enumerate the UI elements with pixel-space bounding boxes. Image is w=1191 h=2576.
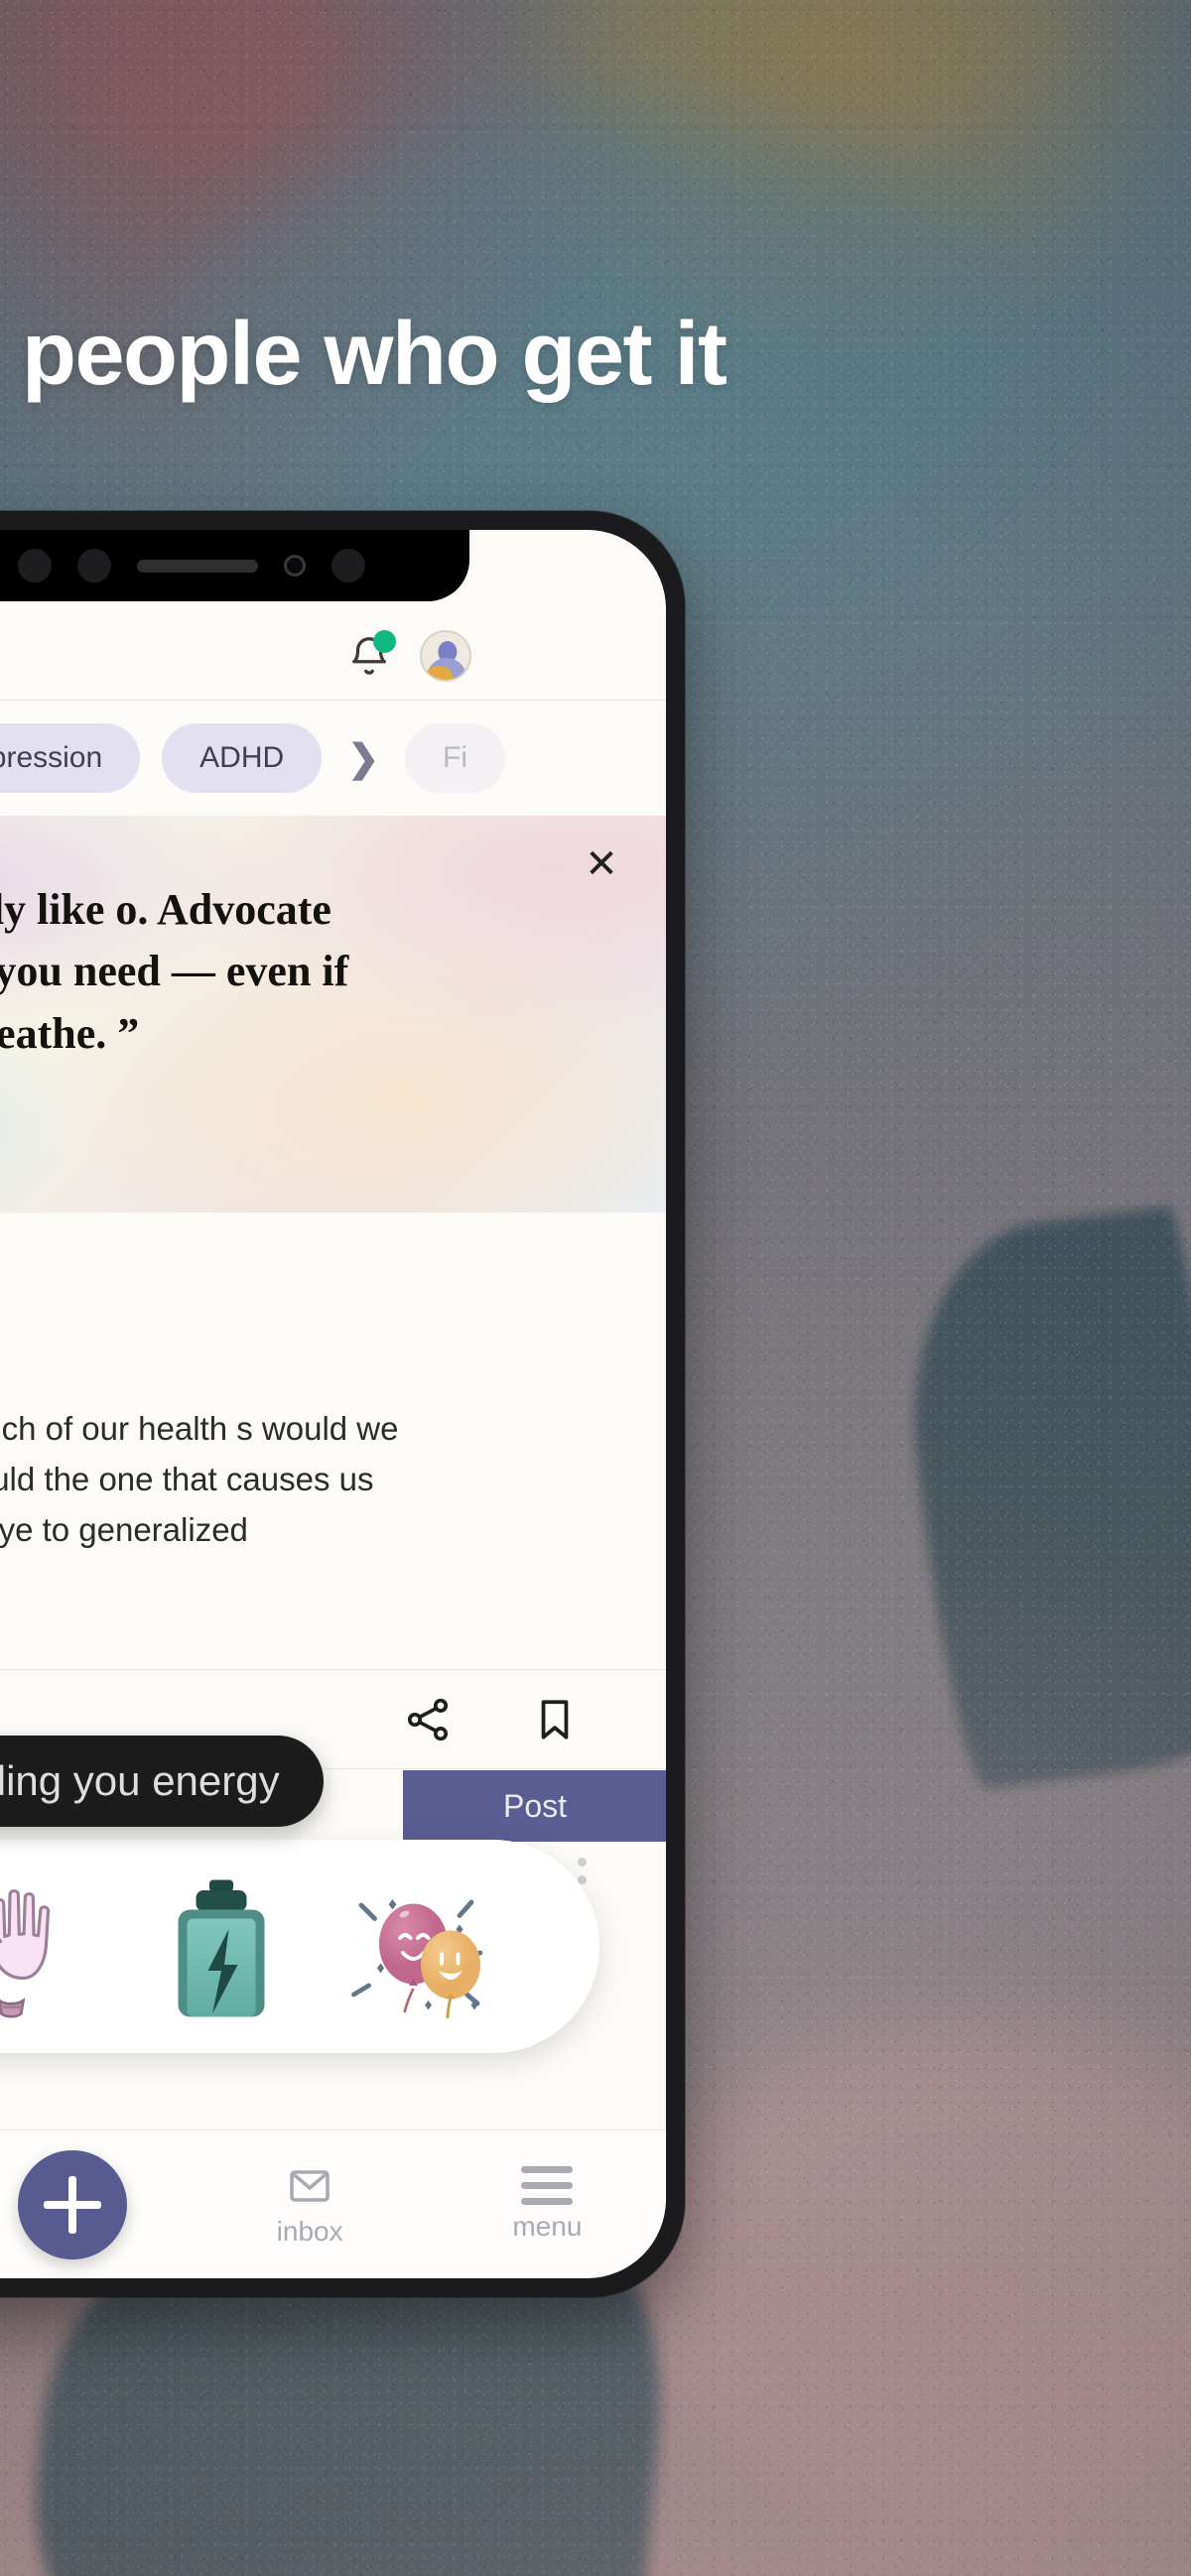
notch-camera-icon: [283, 555, 306, 577]
bookmark-button[interactable]: [523, 1688, 587, 1751]
inbox-icon: [290, 2169, 330, 2202]
category-chip-row[interactable]: th Anxiety Depression ADHD ❯ Fi: [0, 701, 666, 816]
bookmark-icon: [541, 1700, 569, 1739]
nav-item-create[interactable]: [0, 2149, 192, 2259]
quote-card: o one knows your body like o. Advocate f…: [0, 816, 666, 1213]
create-post-button[interactable]: [17, 2149, 127, 2259]
hand-reaction-icon[interactable]: [0, 1872, 99, 2021]
nav-item-menu[interactable]: menu: [429, 2166, 666, 2243]
nav-item-inbox[interactable]: inbox: [192, 2162, 429, 2248]
post-divider-top: [0, 1669, 666, 1670]
bottom-navigation[interactable]: groups inbox: [0, 2129, 666, 2278]
chip-next[interactable]: Fi: [405, 723, 506, 793]
post-body-text: game” that’s fun to play: Which of our h…: [0, 1403, 401, 1607]
battery-reaction-icon[interactable]: [147, 1872, 296, 2021]
balloons-reaction-icon[interactable]: [343, 1872, 492, 2021]
close-icon[interactable]: ✕: [579, 841, 624, 887]
promo-screenshot: people who get it TY: [0, 0, 1191, 2576]
notch-sensor-icon: [331, 549, 365, 582]
header-actions: [346, 630, 630, 682]
chevron-right-icon[interactable]: ❯: [343, 736, 383, 781]
reaction-tray[interactable]: [0, 1840, 599, 2053]
phone-screen: TY: [0, 530, 666, 2278]
reaction-tooltip: Sending you energy: [0, 1736, 324, 1827]
phone-notch: [0, 530, 469, 601]
notifications-button[interactable]: [346, 630, 396, 680]
notch-speaker-icon: [136, 559, 258, 573]
notch-sensor-icon: [17, 549, 52, 582]
chip-adhd[interactable]: ADHD: [162, 723, 323, 793]
share-icon: [407, 1698, 449, 1741]
notch-sensor-icon: [76, 549, 111, 582]
raised-hand-icon: [0, 1888, 51, 2018]
notification-badge: [373, 630, 396, 653]
post-engagement-counts: 2 reactions · 82 comments: [0, 1613, 401, 1649]
balloons-icon: [351, 1898, 483, 2018]
promo-headline: people who get it: [22, 305, 728, 404]
post-body-copy: game” that’s fun to play: Which of our h…: [0, 1410, 399, 1549]
battery-icon: [178, 1879, 265, 2016]
menu-icon: [521, 2166, 574, 2205]
chip-depression[interactable]: Depression: [0, 723, 141, 793]
avatar[interactable]: [420, 630, 471, 682]
quote-text: o one knows your body like o. Advocate f…: [0, 885, 349, 1058]
nav-label-inbox: inbox: [276, 2215, 343, 2247]
post-button[interactable]: Post: [403, 1770, 666, 1842]
share-button[interactable]: [396, 1688, 460, 1751]
phone-mockup: TY: [0, 511, 685, 2297]
nav-label-menu: menu: [512, 2211, 583, 2242]
plus-icon: [43, 2175, 101, 2234]
